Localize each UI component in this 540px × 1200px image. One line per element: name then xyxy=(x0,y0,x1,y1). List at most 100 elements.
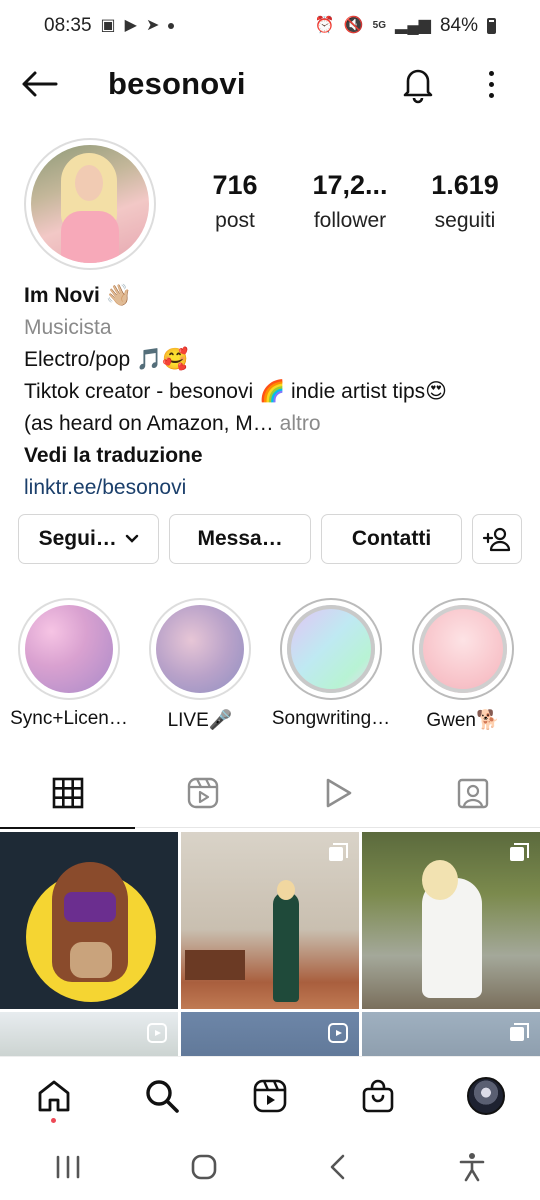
signal-icon: ▂▄▆ xyxy=(395,17,431,34)
highlight-cover xyxy=(419,605,507,693)
gallery-icon: ▣ xyxy=(100,17,116,34)
stat-followers[interactable]: 17,2... follower xyxy=(295,170,405,233)
bio-line-truncated: (as heard on Amazon, M… altro xyxy=(24,408,524,440)
post-image-shape xyxy=(273,892,299,1002)
notification-dot xyxy=(51,1117,56,1123)
avatar-dress xyxy=(61,211,119,263)
highlight-label: Gwen🐕 xyxy=(426,710,500,731)
notifications-button[interactable] xyxy=(398,64,442,104)
profile-username: besonovi xyxy=(108,66,246,101)
chevron-down-icon xyxy=(125,534,138,543)
reels-icon xyxy=(328,1023,348,1043)
accessibility-icon[interactable] xyxy=(458,1152,486,1182)
post-thumbnail[interactable] xyxy=(0,832,178,1009)
alarm-icon: ⏰ xyxy=(314,17,335,34)
youtube-icon: ▶ xyxy=(124,17,137,34)
arrow-left-icon xyxy=(22,71,58,97)
message-button[interactable]: Messa… xyxy=(169,514,311,564)
see-translation-link[interactable]: Vedi la traduzione xyxy=(24,440,524,472)
highlight-ring xyxy=(280,598,382,700)
highlight-cover xyxy=(25,605,113,693)
stat-label: post xyxy=(215,209,255,232)
stat-label: seguiti xyxy=(434,209,496,232)
highlight-item[interactable]: Sync+Licen… xyxy=(4,598,134,730)
stat-value: 1.619 xyxy=(431,170,499,200)
tab-reels[interactable] xyxy=(135,758,270,828)
reels-icon xyxy=(147,1023,167,1043)
highlight-ring xyxy=(18,598,120,700)
bio-truncated-text: (as heard on Amazon, M… xyxy=(24,412,274,435)
multiple-posts-icon xyxy=(329,843,348,861)
profile-content-tabs xyxy=(0,758,540,829)
recent-apps-icon[interactable] xyxy=(54,1155,82,1179)
post-thumbnail[interactable] xyxy=(0,1012,178,1056)
profile-category: Musicista xyxy=(24,316,112,339)
post-thumbnail[interactable] xyxy=(362,1012,540,1056)
stat-label: follower xyxy=(313,209,387,232)
dot xyxy=(488,81,494,87)
mute-icon: 🔇 xyxy=(343,17,364,34)
highlight-cover xyxy=(156,605,244,693)
stat-following[interactable]: 1.619 seguiti xyxy=(410,170,520,233)
bio-line: Electro/pop 🎵🥰 xyxy=(24,348,189,371)
suggested-users-button[interactable] xyxy=(472,514,523,564)
reels-icon xyxy=(253,1079,287,1112)
avatar-photo xyxy=(31,145,149,263)
nav-profile[interactable] xyxy=(446,1061,526,1131)
home-button-icon[interactable] xyxy=(190,1153,218,1181)
tagged-user-icon xyxy=(457,778,488,809)
stat-posts[interactable]: 716 post xyxy=(180,170,290,233)
add-user-icon xyxy=(483,527,511,552)
following-button[interactable]: Segui… xyxy=(18,514,160,564)
highlight-label: Sync+Licen… xyxy=(10,708,128,729)
highlight-cover xyxy=(287,605,375,693)
post-thumbnail[interactable] xyxy=(181,832,359,1009)
nav-home[interactable] xyxy=(14,1061,94,1131)
nav-search[interactable] xyxy=(122,1061,202,1131)
profile-stats: 716 post 17,2... follower 1.619 seguiti xyxy=(180,170,520,233)
post-image-shape xyxy=(277,880,295,900)
telegram-icon: ➤ xyxy=(145,17,160,34)
more-options-button[interactable] xyxy=(476,64,506,104)
status-bar: 08:35 ▣ ▶ ➤ ⏰ 🔇 5G ▂▄▆ 84% xyxy=(0,0,540,52)
following-label: Segui… xyxy=(38,527,117,550)
bottom-navigation xyxy=(0,1056,540,1134)
back-nav-icon[interactable] xyxy=(326,1153,350,1181)
highlight-ring xyxy=(149,598,251,700)
highlight-item[interactable]: Songwriting… xyxy=(266,598,396,730)
highlight-label: LIVE🎤 xyxy=(167,710,233,731)
bio-more-link[interactable]: altro xyxy=(280,412,321,435)
post-thumbnail[interactable] xyxy=(181,1012,359,1056)
highlight-item[interactable]: Gwen🐕 xyxy=(398,598,528,732)
profile-header: besonovi xyxy=(0,52,540,114)
search-icon xyxy=(146,1079,179,1113)
profile-actions: Segui… Messa… Contatti xyxy=(18,514,523,564)
multiple-posts-icon xyxy=(510,843,529,861)
post-image-shape xyxy=(422,860,458,900)
highlight-item[interactable]: LIVE🎤 xyxy=(135,598,265,732)
tab-tagged[interactable] xyxy=(405,758,540,828)
story-highlights: Sync+Licen… LIVE🎤 Songwriting… Gwen🐕 xyxy=(0,598,540,738)
back-button[interactable] xyxy=(20,66,64,102)
stat-value: 716 xyxy=(212,170,258,200)
bio-line: Tiktok creator - besonovi 🌈 indie artist… xyxy=(24,380,448,403)
dot xyxy=(488,92,494,98)
network-label: 5G xyxy=(372,20,387,31)
more-notifications-dot xyxy=(168,23,175,29)
tab-videos[interactable] xyxy=(270,758,405,828)
multiple-posts-icon xyxy=(510,1023,529,1041)
post-thumbnail[interactable] xyxy=(362,832,540,1009)
shopping-bag-icon xyxy=(362,1079,394,1112)
nav-shop[interactable] xyxy=(338,1061,418,1131)
profile-bio: Im Novi 👋🏼 Musicista Electro/pop 🎵🥰 Tikt… xyxy=(24,280,524,504)
home-icon xyxy=(38,1080,70,1111)
profile-avatar[interactable] xyxy=(24,138,156,270)
system-navigation-bar xyxy=(0,1134,540,1200)
grid-icon xyxy=(52,777,83,809)
battery-percent: 84% xyxy=(439,15,478,36)
status-right: ⏰ 🔇 5G ▂▄▆ 84% xyxy=(315,15,496,37)
profile-website-link[interactable]: linktr.ee/besonovi xyxy=(24,472,524,504)
contact-button[interactable]: Contatti xyxy=(320,514,463,564)
nav-reels[interactable] xyxy=(230,1061,310,1131)
tab-posts-grid[interactable] xyxy=(0,758,135,829)
